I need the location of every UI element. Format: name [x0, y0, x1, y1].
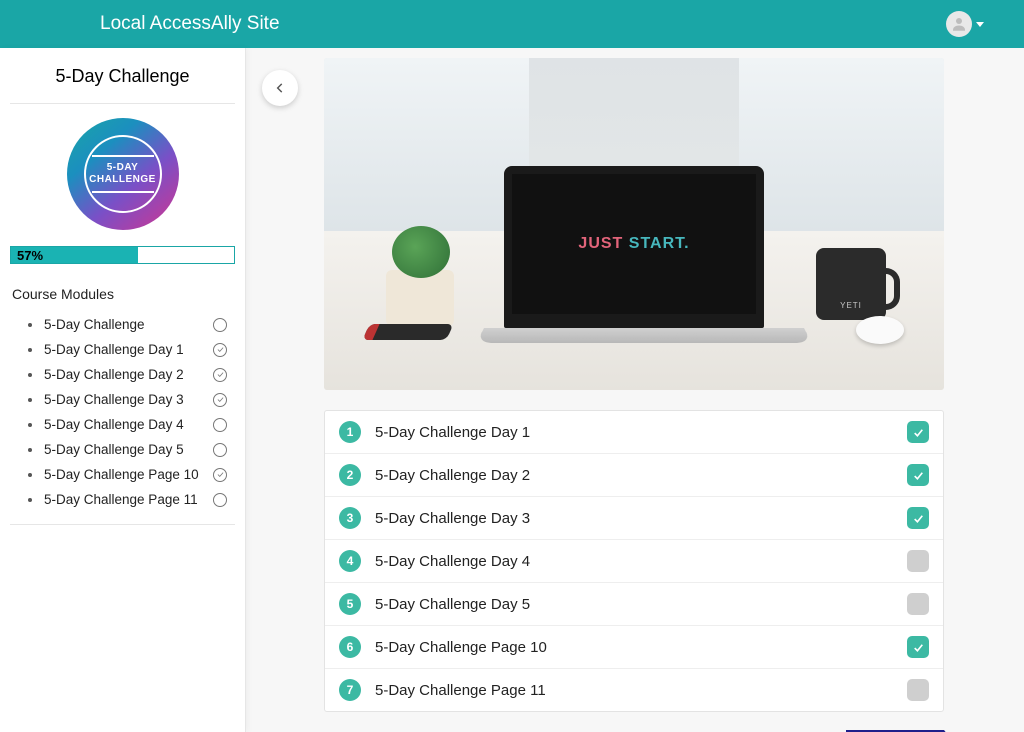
- hero-image: JUST START. YETI: [324, 58, 944, 390]
- module-label: 5-Day Challenge Day 3: [44, 392, 213, 407]
- lesson-row[interactable]: 4 5-Day Challenge Day 4: [325, 539, 943, 582]
- module-item[interactable]: 5-Day Challenge Day 4: [10, 412, 235, 437]
- plant-icon: [386, 270, 454, 326]
- module-label: 5-Day Challenge Page 11: [44, 492, 213, 507]
- progress-bar: 57%: [10, 246, 235, 264]
- sidebar-collapse-button[interactable]: [262, 70, 298, 106]
- bullet-icon: [28, 323, 32, 327]
- avatar-icon: [946, 11, 972, 37]
- module-item[interactable]: 5-Day Challenge Day 2: [10, 362, 235, 387]
- empty-circle-icon: [213, 418, 227, 432]
- bullet-icon: [28, 423, 32, 427]
- mouse-icon: [856, 316, 904, 344]
- check-badge-icon: [907, 507, 929, 529]
- module-list: 5-Day Challenge 5-Day Challenge Day 1 5-Da…: [10, 312, 235, 512]
- lesson-number-badge: 1: [339, 421, 361, 443]
- mug-icon: YETI: [816, 248, 886, 320]
- badge-line2: CHALLENGE: [89, 174, 156, 186]
- lesson-title: 5-Day Challenge Day 4: [375, 553, 907, 570]
- module-label: 5-Day Challenge Day 4: [44, 417, 213, 432]
- top-bar: Local AccessAlly Site: [0, 0, 1024, 48]
- main-content: JUST START. YETI 1 5-Day Challenge Day 1 2…: [246, 48, 1024, 732]
- lesson-row[interactable]: 3 5-Day Challenge Day 3: [325, 496, 943, 539]
- chevron-left-icon: [273, 81, 287, 95]
- course-badge: 5-DAY CHALLENGE: [10, 118, 235, 230]
- bullet-icon: [28, 448, 32, 452]
- pending-badge-icon: [907, 550, 929, 572]
- lesson-title: 5-Day Challenge Day 2: [375, 467, 907, 484]
- lesson-row[interactable]: 5 5-Day Challenge Day 5: [325, 582, 943, 625]
- empty-circle-icon: [213, 443, 227, 457]
- lesson-number-badge: 6: [339, 636, 361, 658]
- module-item[interactable]: 5-Day Challenge: [10, 312, 235, 337]
- check-badge-icon: [907, 421, 929, 443]
- sidebar-divider: [10, 524, 235, 525]
- empty-circle-icon: [213, 318, 227, 332]
- course-title: 5-Day Challenge: [10, 66, 235, 104]
- bullet-icon: [28, 398, 32, 402]
- lesson-row[interactable]: 2 5-Day Challenge Day 2: [325, 453, 943, 496]
- check-circle-icon: [213, 393, 227, 407]
- lesson-row[interactable]: 7 5-Day Challenge Page 11: [325, 668, 943, 711]
- lesson-number-badge: 3: [339, 507, 361, 529]
- bullet-icon: [28, 373, 32, 377]
- sidebar: 5-Day Challenge 5-DAY CHALLENGE 57% Cour…: [0, 48, 246, 732]
- phone-icon: [362, 324, 453, 340]
- check-circle-icon: [213, 368, 227, 382]
- lesson-list: 1 5-Day Challenge Day 1 2 5-Day Challenge D…: [324, 410, 944, 712]
- check-badge-icon: [907, 636, 929, 658]
- module-label: 5-Day Challenge Day 1: [44, 342, 213, 357]
- lesson-number-badge: 4: [339, 550, 361, 572]
- lesson-row[interactable]: 6 5-Day Challenge Page 10: [325, 625, 943, 668]
- bullet-icon: [28, 498, 32, 502]
- module-item[interactable]: 5-Day Challenge Page 10: [10, 462, 235, 487]
- site-title: Local AccessAlly Site: [100, 13, 280, 35]
- lesson-title: 5-Day Challenge Day 1: [375, 424, 907, 441]
- bullet-icon: [28, 473, 32, 477]
- check-circle-icon: [213, 343, 227, 357]
- badge-line1: 5-DAY: [107, 162, 139, 174]
- progress-label: 57%: [17, 247, 43, 263]
- module-item[interactable]: 5-Day Challenge Day 5: [10, 437, 235, 462]
- lesson-title: 5-Day Challenge Page 11: [375, 682, 907, 699]
- lesson-title: 5-Day Challenge Day 3: [375, 510, 907, 527]
- lesson-title: 5-Day Challenge Day 5: [375, 596, 907, 613]
- pending-badge-icon: [907, 679, 929, 701]
- module-label: 5-Day Challenge: [44, 317, 213, 332]
- lesson-row[interactable]: 1 5-Day Challenge Day 1: [325, 411, 943, 453]
- lesson-title: 5-Day Challenge Page 10: [375, 639, 907, 656]
- modules-heading: Course Modules: [12, 286, 235, 302]
- lesson-number-badge: 2: [339, 464, 361, 486]
- lesson-number-badge: 5: [339, 593, 361, 615]
- module-label: 5-Day Challenge Day 2: [44, 367, 213, 382]
- hero-text: JUST START.: [578, 235, 689, 253]
- pending-badge-icon: [907, 593, 929, 615]
- empty-circle-icon: [213, 493, 227, 507]
- lesson-number-badge: 7: [339, 679, 361, 701]
- caret-down-icon: [976, 22, 984, 27]
- module-item[interactable]: 5-Day Challenge Day 3: [10, 387, 235, 412]
- module-item[interactable]: 5-Day Challenge Day 1: [10, 337, 235, 362]
- module-label: 5-Day Challenge Day 5: [44, 442, 213, 457]
- check-badge-icon: [907, 464, 929, 486]
- user-menu[interactable]: [946, 11, 984, 37]
- module-item[interactable]: 5-Day Challenge Page 11: [10, 487, 235, 512]
- check-circle-icon: [213, 468, 227, 482]
- laptop-icon: JUST START.: [484, 166, 784, 348]
- module-label: 5-Day Challenge Page 10: [44, 467, 213, 482]
- bullet-icon: [28, 348, 32, 352]
